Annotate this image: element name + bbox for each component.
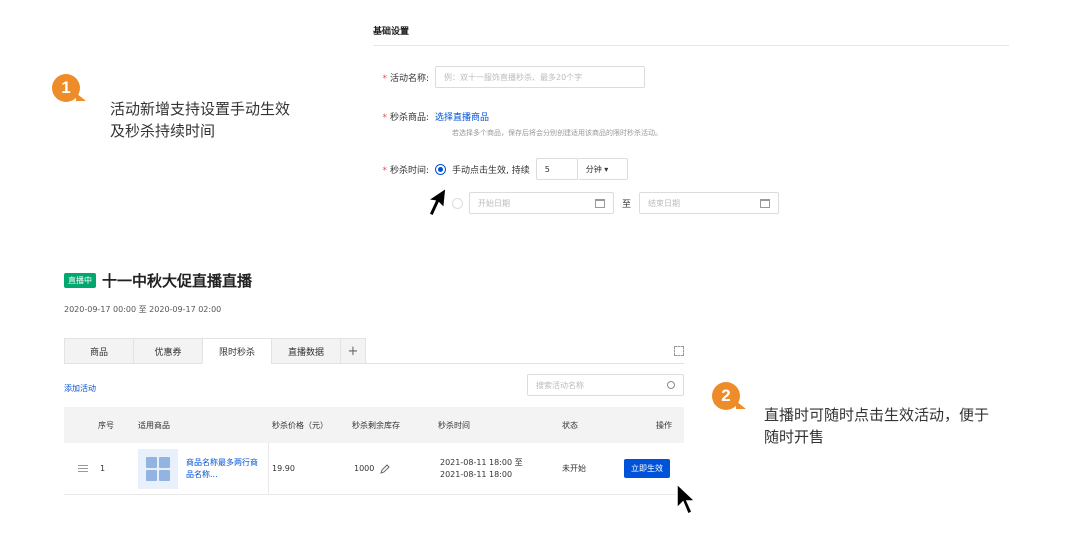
manual-radio[interactable] [435, 163, 446, 175]
col-price: 秒杀价格（元） [272, 420, 328, 430]
date-range-row: 开始日期 至 结束日期 [452, 192, 780, 214]
tab-coupons[interactable]: 优惠券 [133, 338, 202, 364]
activate-now-button[interactable]: 立即生效 [624, 459, 670, 478]
price-cell: 19.90 [272, 464, 295, 473]
drag-handle-icon[interactable] [78, 463, 88, 474]
select-live-product-link[interactable]: 选择直播商品 [435, 110, 489, 123]
col-index: 序号 [98, 420, 114, 430]
live-time-range: 2020-09-17 00:00 至 2020-09-17 02:00 [64, 305, 222, 314]
product-row: * 秒杀商品: 选择直播商品 [373, 110, 489, 123]
tab-flash-sale[interactable]: 限时秒杀 [202, 338, 271, 364]
callout-2-text: 直播时可随时点击生效活动，便于 随时开售 [764, 404, 989, 448]
col-product: 适用商品 [138, 420, 170, 430]
search-input[interactable]: 搜索活动名称 [527, 374, 684, 396]
end-date-input[interactable]: 结束日期 [639, 192, 780, 214]
step-2-badge: 2 [712, 382, 746, 410]
section-title: 基础设置 [373, 24, 1009, 46]
product-thumbnail [138, 448, 178, 489]
duration-unit-select[interactable]: 分钟 ▾ [577, 158, 628, 180]
stock-cell: 1000 [354, 443, 391, 494]
tab-products[interactable]: 商品 [64, 338, 133, 364]
product-name-link[interactable]: 商品名称最多两行商品名称... [186, 457, 258, 481]
callout-1-line1: 活动新增支持设置手动生效 [110, 100, 291, 118]
live-header: 直播中 十一中秋大促直播直播 [64, 270, 252, 291]
col-status: 状态 [562, 420, 578, 430]
activity-name-input[interactable]: 例：双十一服饰直播秒杀、最多20个字 [435, 66, 645, 88]
step-1-badge: 1 [52, 74, 86, 102]
table-row: 1 商品名称最多两行商品名称... 19.90 1000 2021-08-11 … [64, 443, 684, 495]
col-stock: 秒杀剩余库存 [352, 420, 400, 430]
expand-icon[interactable] [674, 345, 684, 356]
basic-settings-panel: 基础设置 * 活动名称: 例：双十一服饰直播秒杀、最多20个字 * 秒杀商品: 选择… [373, 24, 1009, 224]
calendar-icon [595, 198, 605, 208]
activity-name-label: * 活动名称: [382, 73, 429, 84]
add-tab-button[interactable]: + [340, 338, 366, 364]
live-status-badge: 直播中 [64, 273, 96, 288]
product-cell: 商品名称最多两行商品名称... [138, 443, 269, 494]
product-hint: 若选择多个商品，保存后将会分别创建适用该商品的限时秒杀活动。 [452, 129, 662, 137]
date-range-radio[interactable] [452, 197, 463, 209]
mouse-pointer-icon [676, 482, 697, 516]
tab-bar: 商品 优惠券 限时秒杀 直播数据 + [64, 338, 684, 364]
time-label: * 秒杀时间: [382, 165, 429, 176]
search-icon[interactable] [667, 381, 675, 389]
action-cell: 立即生效 [624, 443, 670, 494]
live-title: 十一中秋大促直播直播 [102, 272, 253, 290]
callout-2-line2: 随时开售 [764, 428, 825, 446]
table-header: 序号 适用商品 秒杀价格（元） 秒杀剩余库存 秒杀时间 状态 操作 [64, 407, 684, 443]
mouse-pointer-icon [425, 186, 447, 218]
start-date-input[interactable]: 开始日期 [469, 192, 614, 214]
product-label: * 秒杀商品: [382, 113, 429, 123]
tab-live-data[interactable]: 直播数据 [271, 338, 340, 364]
status-cell: 未开始 [562, 464, 586, 473]
row-index-cell: 1 [78, 443, 105, 494]
add-activity-link[interactable]: 添加活动 [64, 383, 96, 394]
manual-option-label: 手动点击生效, 持续 [452, 165, 530, 176]
time-row: * 秒杀时间: 手动点击生效, 持续 5 分钟 ▾ [373, 158, 628, 180]
col-time: 秒杀时间 [438, 420, 470, 430]
time-cell: 2021-08-11 18:00 至 2021-08-11 18:00 [440, 457, 523, 479]
duration-input[interactable]: 5 [535, 158, 578, 180]
calendar-icon [760, 198, 771, 208]
to-label: 至 [622, 199, 632, 210]
col-action: 操作 [656, 420, 672, 430]
callout-1-text: 活动新增支持设置手动生效 及秒杀持续时间 [110, 98, 290, 142]
callout-1-line2: 及秒杀持续时间 [110, 122, 216, 140]
pencil-icon[interactable] [380, 463, 391, 474]
activity-name-row: * 活动名称: 例：双十一服饰直播秒杀、最多20个字 [373, 66, 645, 88]
callout-2-line1: 直播时可随时点击生效活动，便于 [764, 406, 990, 424]
